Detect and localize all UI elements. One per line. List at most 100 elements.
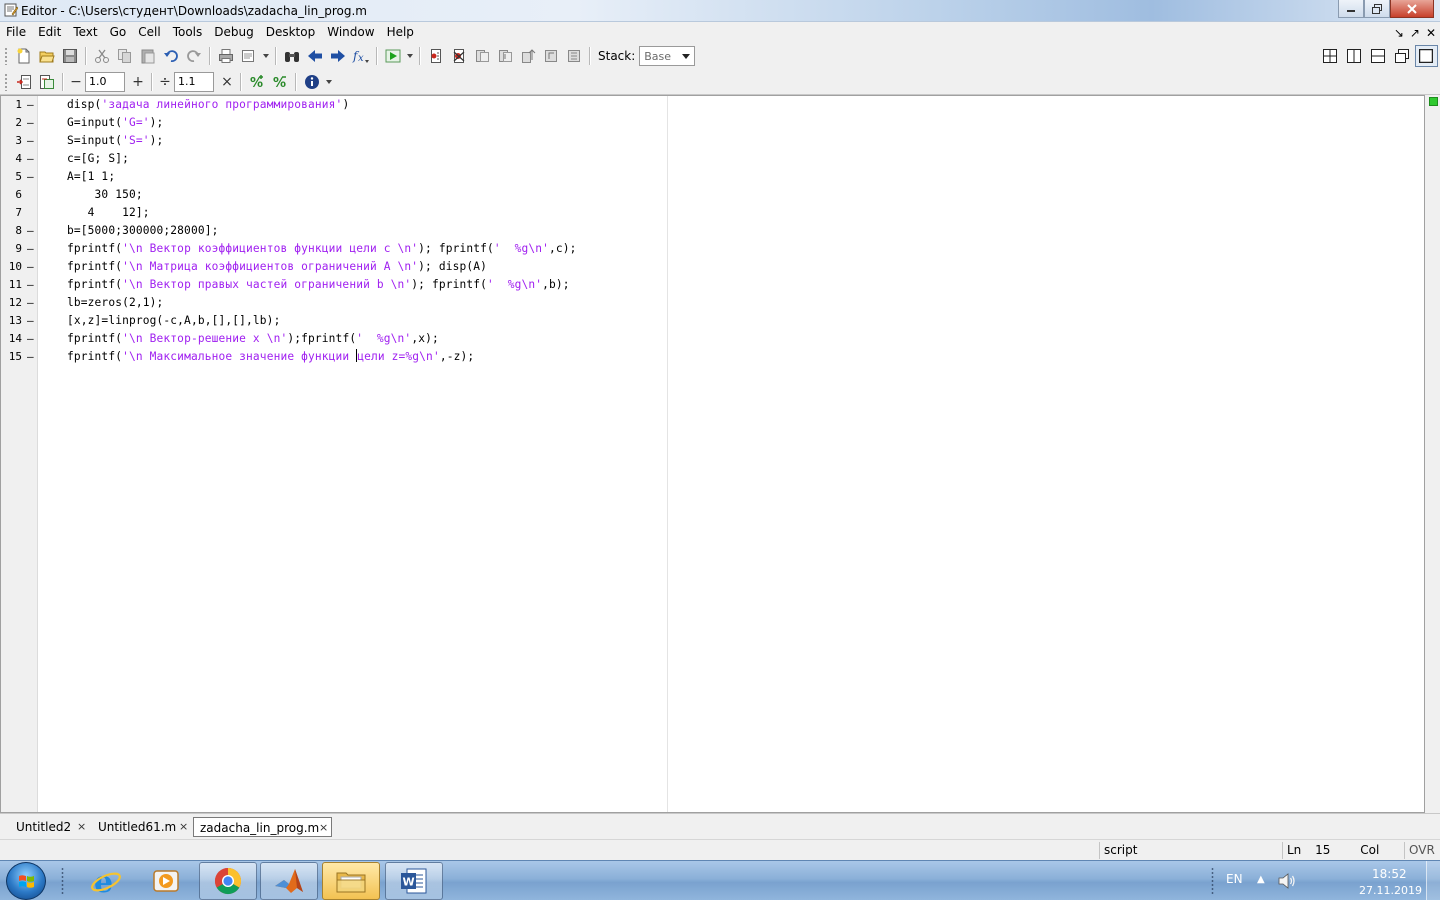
go-forward-button[interactable] — [327, 45, 349, 67]
go-back-button[interactable] — [304, 45, 326, 67]
code-line[interactable]: b=[5000;300000;28000]; — [67, 222, 218, 240]
value2-input[interactable]: 1.1 — [174, 71, 214, 92]
toolbar-grip[interactable] — [4, 47, 8, 65]
menu-cell[interactable]: Cell — [132, 22, 166, 43]
close-doc-button[interactable]: ✕ — [1426, 26, 1436, 40]
breakpoint-marker[interactable]: – — [27, 96, 35, 114]
breakpoint-marker[interactable]: – — [27, 258, 35, 276]
menu-debug[interactable]: Debug — [208, 22, 259, 43]
tile-layout-button[interactable] — [1319, 45, 1342, 67]
vertical-scrollbar[interactable] — [1425, 95, 1440, 813]
code-line[interactable]: fprintf('\n Вектор правых частей огранич… — [67, 276, 570, 294]
minimize-button[interactable] — [1338, 0, 1364, 18]
divide-button[interactable]: ÷ — [156, 74, 174, 90]
undo-button[interactable] — [160, 45, 182, 67]
tab-zadacha-lin-prog[interactable]: zadacha_lin_prog.m × — [193, 817, 332, 837]
value1-input[interactable]: 1.0 — [85, 71, 125, 92]
tab-close-button[interactable]: × — [319, 818, 328, 838]
code-line[interactable]: G=input('G='); — [67, 114, 163, 132]
taskbar-chrome[interactable] — [199, 862, 257, 900]
stack-select[interactable]: Base — [639, 46, 696, 66]
taskbar-file-explorer[interactable] — [322, 862, 380, 900]
menu-go[interactable]: Go — [104, 22, 133, 43]
step-out-button[interactable] — [517, 45, 539, 67]
run-button[interactable] — [382, 45, 404, 67]
taskbar-media-player[interactable] — [137, 862, 195, 900]
paste-button[interactable] — [137, 45, 159, 67]
taskbar-word[interactable]: W — [385, 862, 443, 900]
breakpoint-marker[interactable] — [27, 186, 35, 204]
top-bottom-layout-button[interactable] — [1367, 45, 1390, 67]
maximize-doc-button[interactable]: ↗ — [1410, 26, 1420, 40]
menu-window[interactable]: Window — [321, 22, 380, 43]
code-line[interactable]: A=[1 1; — [67, 168, 115, 186]
hide-cell-titles-button[interactable]: % — [269, 71, 291, 93]
code-line[interactable]: fprintf('\n Вектор-решение x \n');fprint… — [67, 330, 439, 348]
function-browser-button[interactable]: fx — [350, 45, 372, 67]
code-line[interactable]: 4 12]; — [67, 204, 150, 222]
tab-close-button[interactable]: × — [77, 817, 86, 837]
menu-edit[interactable]: Edit — [32, 22, 67, 43]
decrement-button[interactable]: − — [67, 74, 85, 90]
multiply-button[interactable]: × — [218, 74, 236, 90]
new-file-button[interactable] — [13, 45, 35, 67]
clock-time[interactable]: 18:52 — [1372, 867, 1407, 881]
cut-button[interactable] — [91, 45, 113, 67]
code-line[interactable]: c=[G; S]; — [67, 150, 129, 168]
tab-close-button[interactable]: × — [179, 817, 188, 837]
code-analyzer-status-icon[interactable] — [1429, 97, 1438, 106]
code-editor[interactable]: 1–2–3–4–5–6 7 8–9–10–11–12–13–14–15– disp(… — [0, 95, 1425, 813]
show-hidden-icons-button[interactable]: ▲ — [1257, 874, 1265, 885]
code-line[interactable]: S=input('S='); — [67, 132, 163, 150]
breakpoint-marker[interactable]: – — [27, 114, 35, 132]
run-dropdown-button[interactable] — [405, 45, 415, 67]
code-line[interactable]: [x,z]=linprog(-c,A,b,[],[],lb); — [67, 312, 280, 330]
undock-button[interactable]: ↘ — [1394, 26, 1404, 40]
menu-file[interactable]: File — [0, 22, 32, 43]
breakpoint-marker[interactable]: – — [27, 294, 35, 312]
insert-cell-divider-button[interactable] — [13, 71, 35, 93]
toolbar-grip[interactable] — [4, 72, 8, 91]
start-button[interactable] — [6, 862, 46, 900]
menu-text[interactable]: Text — [67, 22, 103, 43]
breakpoint-marker[interactable]: – — [27, 312, 35, 330]
code-line[interactable]: disp('задача линейного программирования'… — [67, 96, 349, 114]
breakpoint-marker[interactable]: – — [27, 348, 35, 366]
breakpoint-marker[interactable]: – — [27, 132, 35, 150]
evaluate-cell-button[interactable] — [36, 71, 58, 93]
show-cell-titles-button[interactable]: % — [246, 71, 268, 93]
open-file-button[interactable] — [36, 45, 58, 67]
breakpoint-marker[interactable]: – — [27, 276, 35, 294]
restore-button[interactable] — [1364, 0, 1390, 18]
close-button[interactable] — [1390, 0, 1434, 18]
print-button[interactable] — [215, 45, 237, 67]
maximize-layout-button[interactable] — [1414, 45, 1438, 67]
breakpoint-marker[interactable]: – — [27, 240, 35, 258]
menu-tools[interactable]: Tools — [167, 22, 209, 43]
code-line[interactable]: lb=zeros(2,1); — [67, 294, 163, 312]
code-line[interactable]: fprintf('\n Вектор коэффициентов функции… — [67, 240, 577, 258]
breakpoint-marker[interactable]: – — [27, 168, 35, 186]
info-dropdown-button[interactable] — [324, 71, 334, 93]
step-in-button[interactable] — [494, 45, 516, 67]
save-button[interactable] — [59, 45, 81, 67]
line-number-gutter[interactable]: 1–2–3–4–5–6 7 8–9–10–11–12–13–14–15– — [1, 96, 38, 812]
code-line[interactable]: fprintf('\n Матрица коэффициентов ограни… — [67, 258, 487, 276]
breakpoint-marker[interactable] — [27, 204, 35, 222]
find-button[interactable] — [281, 45, 303, 67]
increment-button[interactable]: + — [129, 74, 147, 90]
menu-help[interactable]: Help — [381, 22, 420, 43]
volume-icon[interactable] — [1277, 872, 1297, 890]
show-desktop-button[interactable] — [1426, 861, 1440, 900]
taskbar-matlab[interactable] — [260, 862, 318, 900]
float-layout-button[interactable] — [1391, 45, 1414, 67]
exit-debug-button[interactable] — [563, 45, 585, 67]
step-button[interactable] — [471, 45, 493, 67]
tab-untitled2[interactable]: Untitled2 × — [10, 817, 90, 837]
continue-button[interactable] — [540, 45, 562, 67]
tab-untitled61[interactable]: Untitled61.m × — [92, 817, 191, 837]
breakpoint-marker[interactable]: – — [27, 222, 35, 240]
copy-button[interactable] — [114, 45, 136, 67]
set-breakpoint-button[interactable] — [425, 45, 447, 67]
code-line[interactable]: fprintf('\n Максимальное значение функци… — [67, 348, 474, 366]
